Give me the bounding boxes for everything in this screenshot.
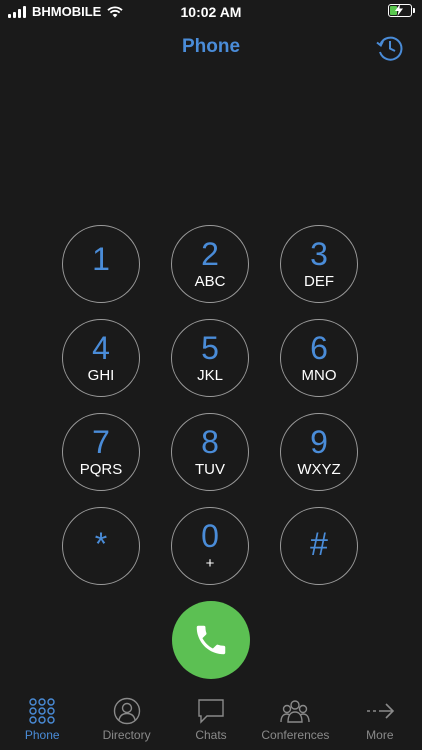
keypad-grid-icon xyxy=(28,696,56,726)
key-digit: # xyxy=(310,526,328,562)
key-3[interactable]: 3 DEF xyxy=(280,225,358,303)
tab-label: Directory xyxy=(102,728,151,742)
battery-icon xyxy=(388,4,415,17)
key-digit: 7 xyxy=(92,424,110,460)
key-7[interactable]: 7 PQRS xyxy=(62,413,140,491)
key-4[interactable]: 4 GHI xyxy=(62,319,140,397)
key-letters: WXYZ xyxy=(297,461,341,478)
status-time: 10:02 AM xyxy=(180,4,242,20)
key-digit: 5 xyxy=(201,330,219,366)
key-letters: GHI xyxy=(87,367,115,384)
key-hash[interactable]: # xyxy=(280,507,358,585)
key-digit: 4 xyxy=(92,330,110,366)
status-bar: BHMOBILE 10:02 AM xyxy=(0,0,422,24)
tab-more[interactable]: More xyxy=(338,692,422,750)
key-letters: MNO xyxy=(301,367,337,384)
key-digit: 2 xyxy=(201,236,219,272)
header: Phone xyxy=(0,30,422,66)
key-letters: ABC xyxy=(194,273,226,290)
key-digit: 0 xyxy=(201,518,219,554)
key-0[interactable]: 0 + xyxy=(171,507,249,585)
call-button[interactable] xyxy=(172,601,250,679)
key-2[interactable]: 2 ABC xyxy=(171,225,249,303)
tab-directory[interactable]: Directory xyxy=(84,692,168,750)
key-1[interactable]: 1 xyxy=(62,225,140,303)
tab-label: Conferences xyxy=(261,728,330,742)
history-icon xyxy=(376,36,403,61)
key-digit: 9 xyxy=(310,424,328,460)
group-icon xyxy=(280,696,311,726)
key-digit: 6 xyxy=(310,330,328,366)
tab-bar: Phone Directory Chats Conferences More xyxy=(0,692,422,750)
key-star[interactable]: * xyxy=(62,507,140,585)
key-letters: PQRS xyxy=(79,461,123,478)
tab-label: More xyxy=(366,728,394,742)
chat-bubble-icon xyxy=(197,696,225,726)
key-letters: TUV xyxy=(195,461,225,478)
tab-conferences[interactable]: Conferences xyxy=(253,692,337,750)
key-letters: + xyxy=(205,555,215,572)
phone-icon xyxy=(196,625,226,655)
key-9[interactable]: 9 WXYZ xyxy=(280,413,358,491)
key-letters: JKL xyxy=(197,367,223,384)
key-letters: DEF xyxy=(304,273,334,290)
history-button[interactable] xyxy=(374,32,406,64)
tab-label: Phone xyxy=(24,728,60,742)
tab-chats[interactable]: Chats xyxy=(169,692,253,750)
key-digit: * xyxy=(94,526,108,562)
arrow-right-icon xyxy=(365,696,395,726)
key-5[interactable]: 5 JKL xyxy=(171,319,249,397)
key-6[interactable]: 6 MNO xyxy=(280,319,358,397)
tab-label: Chats xyxy=(195,728,227,742)
key-8[interactable]: 8 TUV xyxy=(171,413,249,491)
person-icon xyxy=(113,696,141,726)
tab-phone[interactable]: Phone xyxy=(0,692,84,750)
key-digit: 3 xyxy=(310,236,328,272)
key-digit: 8 xyxy=(201,424,219,460)
page-title: Phone xyxy=(181,36,241,57)
key-digit: 1 xyxy=(92,241,110,277)
